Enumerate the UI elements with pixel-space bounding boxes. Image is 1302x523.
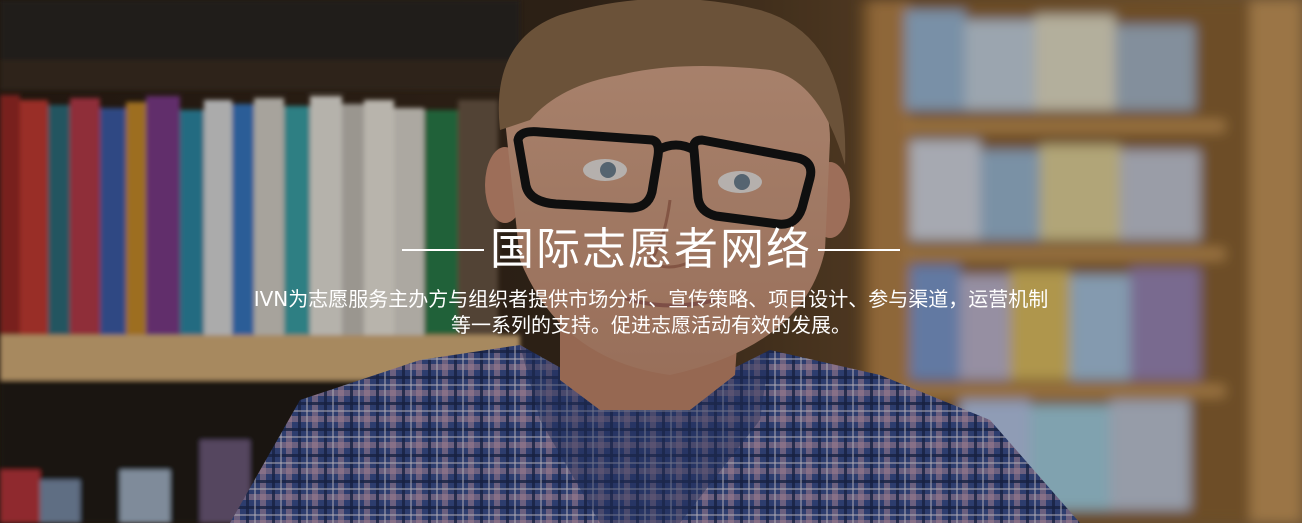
description-line-2: 等一系列的支持。促进志愿活动有效的发展。 [451,313,851,337]
description-line-1: IVN为志愿服务主办方与组织者提供市场分析、宣传策略、项目设计、参与渠道，运营机… [253,287,1049,311]
hero-banner: 国际志愿者网络 IVN为志愿服务主办方与组织者提供市场分析、宣传策略、项目设计、… [0,0,1302,523]
title-line-left [402,249,484,251]
title-line-right [818,249,900,251]
hero-content: 国际志愿者网络 IVN为志愿服务主办方与组织者提供市场分析、宣传策略、项目设计、… [0,222,1302,338]
banner-description: IVN为志愿服务主办方与组织者提供市场分析、宣传策略、项目设计、参与渠道，运营机… [161,286,1141,338]
banner-title: 国际志愿者网络 [490,224,812,275]
title-row: 国际志愿者网络 [0,222,1302,278]
